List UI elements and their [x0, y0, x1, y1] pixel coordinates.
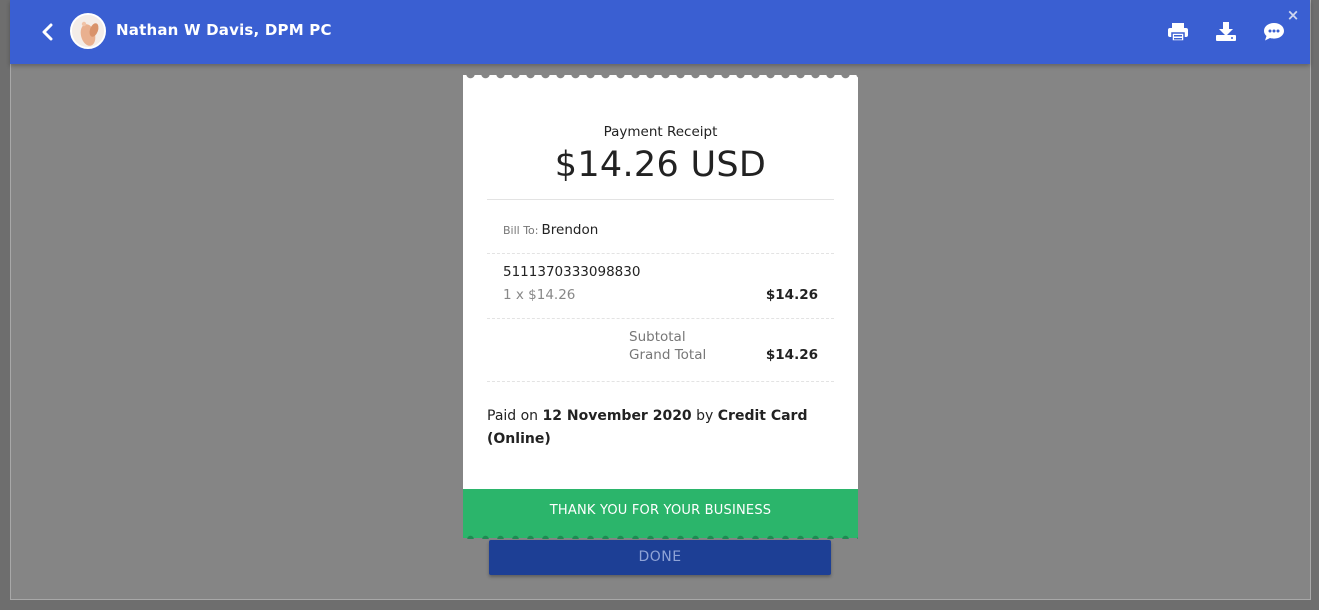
divider [487, 253, 834, 254]
receipt-label: Payment Receipt [603, 124, 718, 140]
chevron-left-icon[interactable] [36, 18, 60, 46]
print-icon[interactable] [1165, 19, 1191, 45]
bill-to-name: Brendon [541, 222, 599, 238]
thank-you-banner: THANK YOU FOR YOUR BUSINESS [463, 489, 858, 539]
download-icon[interactable] [1213, 19, 1239, 45]
divider [487, 381, 834, 382]
divider [487, 199, 834, 200]
line-item-qty: 1 x $14.26 [503, 287, 576, 303]
line-item-code: 5111370333098830 [503, 264, 641, 280]
grand-total-label: Grand Total [629, 347, 707, 363]
paid-by: by [696, 408, 714, 424]
chat-icon[interactable] [1261, 19, 1287, 45]
page-title: Nathan W Davis, DPM PC [116, 21, 332, 39]
thank-you-text: THANK YOU FOR YOUR BUSINESS [549, 503, 772, 518]
paid-prefix: Paid on [487, 408, 539, 424]
top-bar: Nathan W Davis, DPM PC [10, 0, 1310, 64]
close-icon[interactable]: × [1286, 8, 1300, 23]
receipt-amount: $14.26 USD [554, 145, 767, 185]
line-item-amount: $14.26 [765, 287, 818, 303]
receipt-scallop-top [463, 74, 858, 82]
grand-total-amount: $14.26 [765, 347, 818, 363]
bill-to: Bill To: Brendon [503, 222, 598, 238]
payment-info: Paid on 12 November 2020 by Credit Card … [487, 405, 817, 451]
payment-receipt-card: Payment Receipt $14.26 USD Bill To: Brend… [463, 74, 858, 539]
avatar [70, 13, 106, 49]
divider [487, 318, 834, 319]
bill-to-label: Bill To: [503, 224, 539, 237]
done-button[interactable]: DONE [489, 540, 831, 575]
receipt-scallop-bottom [463, 532, 858, 539]
subtotal-label: Subtotal [629, 329, 686, 345]
paid-date: 12 November 2020 [542, 408, 692, 424]
